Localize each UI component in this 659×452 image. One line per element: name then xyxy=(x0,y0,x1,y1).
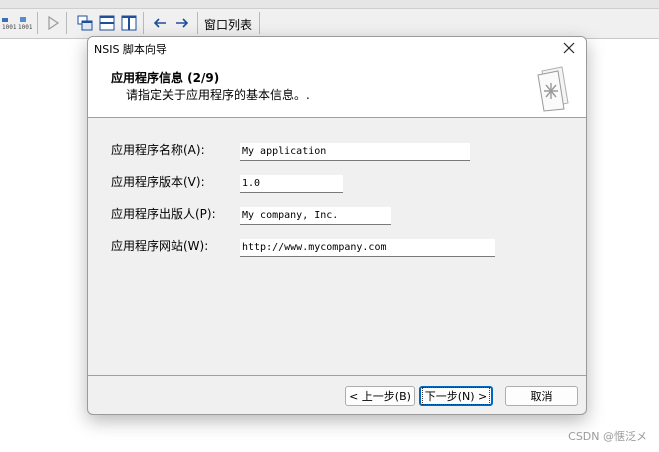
page-title: 应用程序信息 (2/9) xyxy=(111,71,220,85)
next-button-label: 下一步(N) > xyxy=(421,387,491,405)
back-button[interactable]: < 上一步(B) xyxy=(345,386,415,406)
watermark: CSDN @惬泛メ xyxy=(568,430,647,443)
forward-icon[interactable] xyxy=(173,14,191,32)
tile-cascade-icon[interactable] xyxy=(76,14,94,32)
svg-text:1001: 1001 xyxy=(2,24,17,31)
dialog-title: NSIS 脚本向导 xyxy=(94,43,167,56)
app-website-label: 应用程序网站(W): xyxy=(111,239,209,253)
run-icon[interactable] xyxy=(44,14,62,32)
toolbar-separator xyxy=(66,12,67,34)
app-version-input[interactable] xyxy=(240,175,343,193)
form-area: 应用程序名称(A): 应用程序版本(V): 应用程序出版人(P): 应用程序网站… xyxy=(88,118,586,375)
compile-run-icon[interactable]: 1001 xyxy=(16,14,34,32)
wizard-header: 应用程序信息 (2/9) 请指定关于应用程序的基本信息。. xyxy=(88,59,586,118)
toolbar: 1001 1001 窗口列表 xyxy=(0,0,659,39)
app-publisher-label: 应用程序出版人(P): xyxy=(111,207,216,221)
footer-divider xyxy=(88,375,586,376)
toolbar-top-strip xyxy=(0,0,659,9)
back-icon[interactable] xyxy=(151,14,169,32)
app-name-label: 应用程序名称(A): xyxy=(111,143,205,157)
app-website-input[interactable] xyxy=(240,239,495,257)
page-subtitle: 请指定关于应用程序的基本信息。. xyxy=(126,88,310,102)
app-version-label: 应用程序版本(V): xyxy=(111,175,205,189)
cancel-button[interactable]: 取消 xyxy=(505,386,578,406)
tile-vertical-icon[interactable] xyxy=(120,14,138,32)
nsis-wizard-dialog: NSIS 脚本向导 应用程序信息 (2/9) 请指定关于应用程序的基本信息。. … xyxy=(87,36,587,415)
svg-text:1001: 1001 xyxy=(18,24,33,31)
next-button[interactable]: 下一步(N) > xyxy=(419,386,493,406)
close-button[interactable] xyxy=(560,39,578,57)
tile-horizontal-icon[interactable] xyxy=(98,14,116,32)
toolbar-separator xyxy=(197,12,198,34)
wizard-document-icon xyxy=(537,66,569,112)
window-list-button[interactable]: 窗口列表 xyxy=(204,16,252,33)
dialog-titlebar[interactable]: NSIS 脚本向导 xyxy=(88,37,586,59)
app-name-input[interactable] xyxy=(240,143,470,161)
app-publisher-input[interactable] xyxy=(240,207,391,225)
toolbar-separator xyxy=(37,12,38,34)
toolbar-separator xyxy=(143,12,144,34)
toolbar-separator xyxy=(259,12,260,34)
close-icon xyxy=(563,42,575,54)
